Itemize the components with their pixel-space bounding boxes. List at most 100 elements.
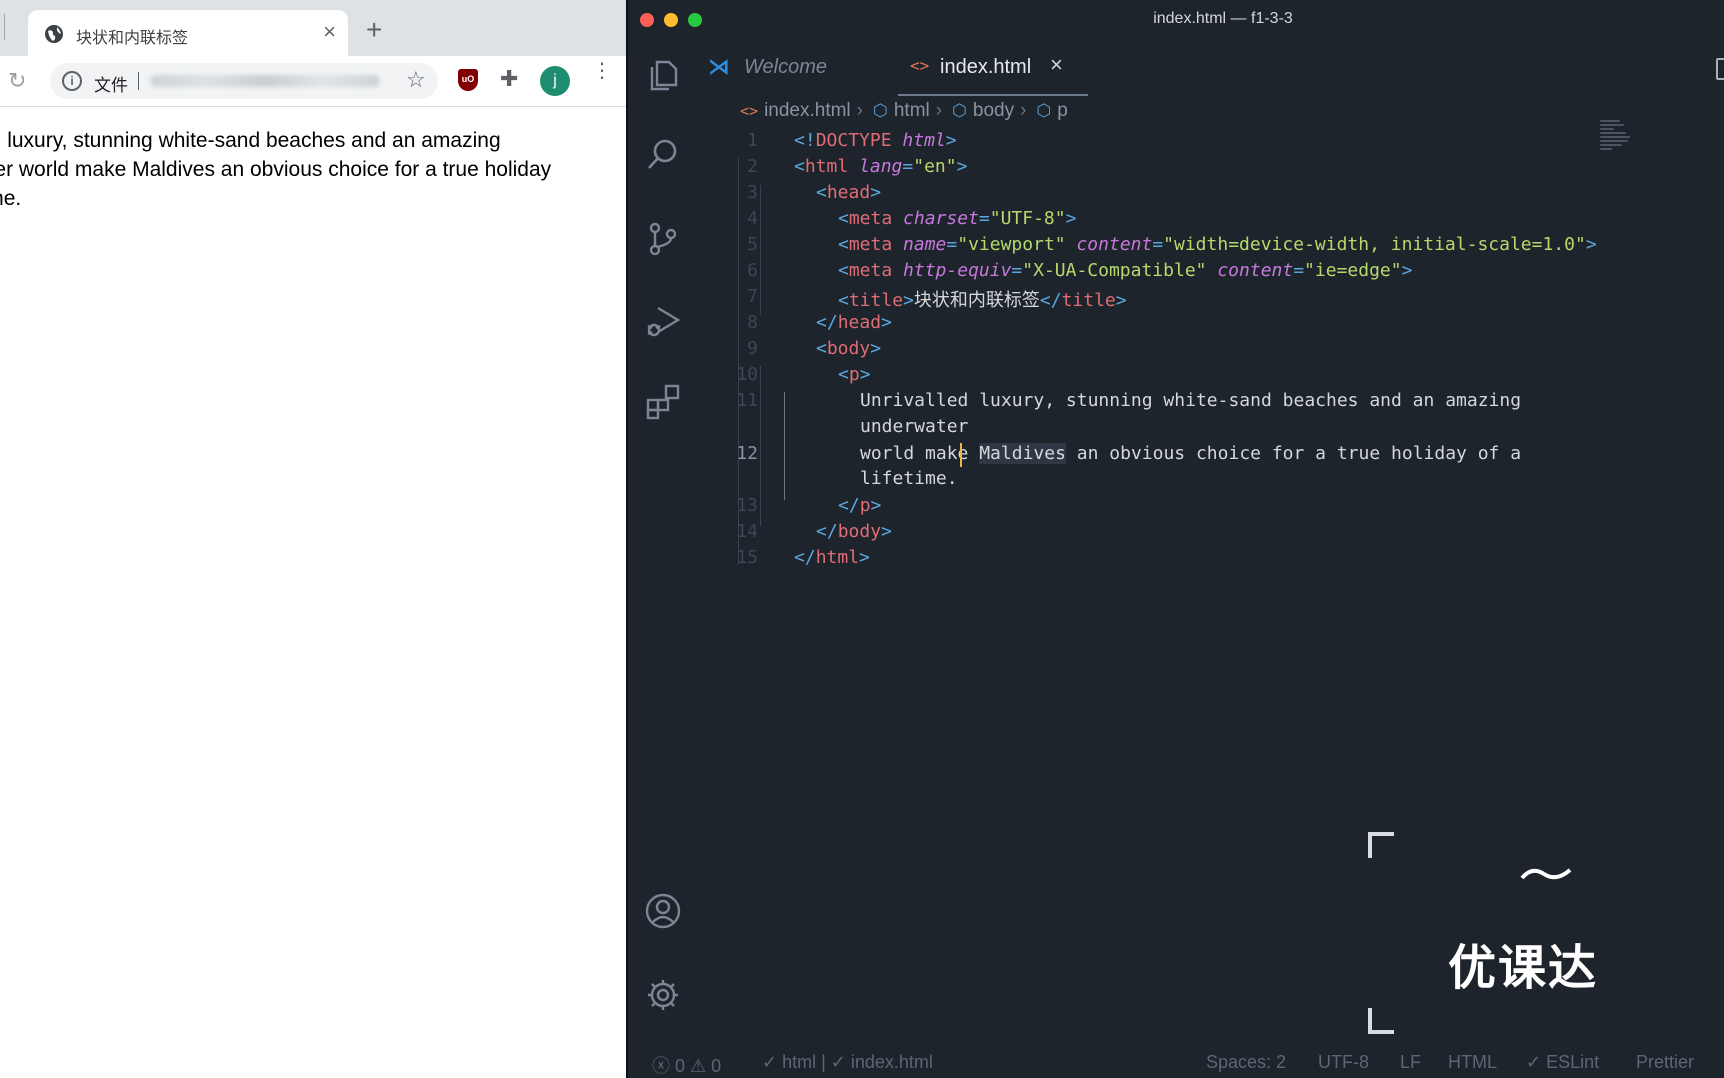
language-mode-status[interactable]: HTML [1448,1052,1497,1073]
corner-bracket [1368,1008,1394,1034]
indentation-status[interactable]: Spaces: 2 [1206,1052,1286,1073]
chevron-right-icon: › [1020,100,1027,121]
selected-word: Maldives [979,443,1066,464]
tab-label: index.html [940,56,1032,78]
chevron-right-icon: › [935,100,943,121]
code-line: </p> [838,495,882,516]
paragraph-line: Unrivalled luxury, stunning white-sand b… [0,129,501,152]
vscode-logo-icon: ⋊ [708,54,730,79]
browser-toolbar: ↻ i 文件 ☆ uO ✚ j ⋮ [0,56,626,107]
html-file-icon: <> [740,102,759,120]
extensions-puzzle-icon[interactable]: ✚ [500,66,518,92]
corner-bracket [1368,832,1394,858]
run-debug-icon[interactable] [644,302,682,340]
code-line: </html> [794,547,870,568]
code-line: </head> [816,312,892,333]
text-cursor [960,443,962,467]
indent-guide [760,366,761,526]
settings-gear-icon[interactable] [644,976,682,1014]
title-bar: index.html — f1-3-3 [628,0,1724,40]
language-check[interactable]: ✓ html | ✓ index.html [762,1052,933,1073]
cube-icon: ⬡ [1036,101,1052,120]
address-bar[interactable]: i 文件 ☆ [50,63,438,99]
info-icon[interactable]: i [62,71,82,91]
url-separator [138,72,139,90]
line-number: 12 [736,443,758,464]
profile-avatar[interactable]: j [540,66,570,96]
breadcrumb-item[interactable]: body [973,100,1014,122]
problems-indicator[interactable]: ⓧ 0 ⚠ 0 [652,1052,721,1078]
breadcrumb-item[interactable]: index.html [764,100,851,122]
globe-icon [45,25,63,43]
prettier-status[interactable]: Prettier [1636,1052,1694,1073]
accounts-icon[interactable] [644,892,682,930]
tab-label: Welcome [744,56,827,78]
line-number: 13 [736,495,758,516]
search-icon[interactable] [644,136,682,174]
html-file-icon: <> [910,56,930,75]
cube-icon: ⬡ [873,101,888,120]
line-number: 15 [736,547,758,568]
eslint-status[interactable]: ✓ ESLint [1526,1052,1599,1073]
browser-tab-strip: 块状和内联标签 × + [0,0,626,56]
code-line: <html lang="en"> [794,156,968,177]
line-number: 9 [747,338,758,359]
code-editor[interactable]: 1 2 3 4 5 6 7 8 9 10 11 12 13 14 15 <!DO… [698,130,1724,650]
paragraph-line: underwater world make Maldives an obviou… [0,158,552,181]
browser-tab-title: 块状和内联标签 [76,28,189,47]
indent-guide [760,185,761,315]
previous-tab-edge[interactable] [0,14,5,40]
line-number: 7 [747,286,758,307]
watermark: 优课达 [1368,832,1668,1034]
code-line: Unrivalled luxury, stunning white-sand b… [860,390,1522,411]
code-line: <meta charset="UTF-8"> [838,208,1077,229]
code-line: <p> [838,364,871,385]
code-line: lifetime. [860,468,958,489]
split-editor-icon[interactable] [1716,58,1724,80]
line-number: 4 [747,208,758,229]
source-control-icon[interactable] [644,220,682,258]
indent-guide [784,392,785,500]
extensions-icon[interactable] [644,382,682,420]
editor-tabs: ⋊ Welcome <> index.html × [698,40,1724,96]
paragraph-line: of a lifetime. [0,187,22,210]
code-line: <meta http-equiv="X-UA-Compatible" conte… [838,260,1413,281]
page-paragraph: Unrivalled luxury, stunning white-sand b… [0,126,620,213]
eol-status[interactable]: LF [1400,1052,1421,1073]
code-line: <meta name="viewport" content="width=dev… [838,234,1597,255]
cube-icon: ⬡ [952,101,967,120]
ublock-extension-icon[interactable]: uO [458,69,478,91]
url-scheme-label: 文件 [94,76,128,96]
code-line: <body> [816,338,882,359]
line-number: 2 [747,156,758,177]
line-number: 14 [736,521,758,542]
line-number: 6 [747,260,758,281]
vscode-window: index.html — f1-3-3 ⋊ Welcome <> index.h… [628,0,1724,1078]
tab-index-html[interactable]: <> index.html × [898,40,1088,96]
line-number: 3 [747,182,758,203]
watermark-text: 优课达 [1448,940,1599,996]
activity-bar [628,40,698,1040]
encoding-status[interactable]: UTF-8 [1318,1052,1369,1073]
minimap[interactable] [1600,118,1630,160]
browser-menu-icon[interactable]: ⋮ [592,61,612,81]
bookmark-star-icon[interactable]: ☆ [406,67,426,93]
chevron-right-icon: › [856,100,863,121]
line-number: 5 [747,234,758,255]
breadcrumb: <> index.html › ⬡ html › ⬡ body › ⬡ p [736,100,1068,126]
tab-close-icon[interactable]: × [1050,52,1063,78]
line-number: 11 [736,390,758,411]
browser-tab[interactable]: 块状和内联标签 × [28,10,348,56]
breadcrumb-item[interactable]: html [894,100,930,122]
blurred-url [150,75,380,87]
explorer-icon[interactable] [644,56,682,94]
code-line: underwater [860,416,969,437]
wave-logo-icon [1520,868,1572,880]
breadcrumb-item[interactable]: p [1057,100,1068,122]
window-title: index.html — f1-3-3 [1153,10,1293,27]
browser-window: 块状和内联标签 × + ↻ i 文件 ☆ uO ✚ j ⋮ Unrivalled… [0,0,626,1078]
new-tab-button[interactable]: + [366,16,382,44]
tab-close-icon[interactable]: × [323,20,336,44]
line-number: 1 [747,130,758,151]
reload-icon[interactable]: ↻ [8,68,26,94]
